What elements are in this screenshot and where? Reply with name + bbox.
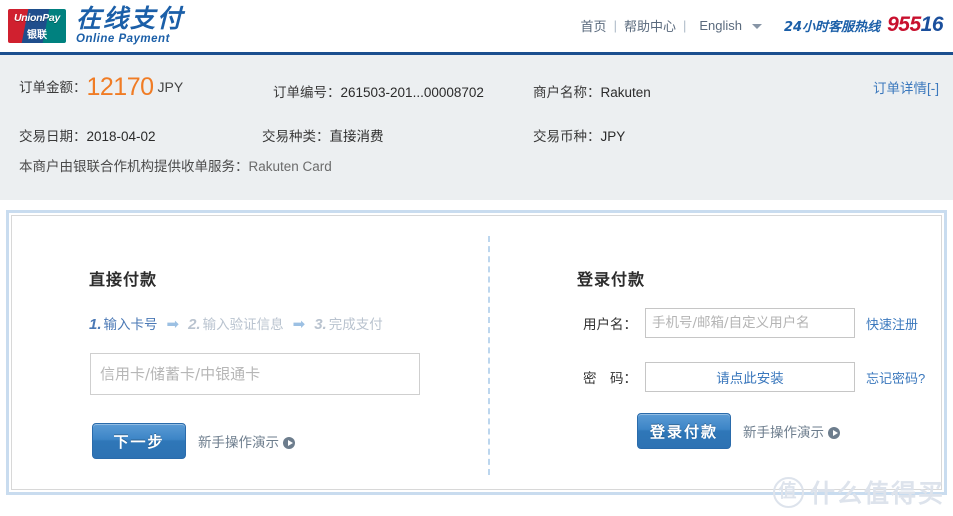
- chevron-down-icon[interactable]: [752, 23, 762, 29]
- step-arrow-icon-1: ➡: [166, 315, 180, 333]
- step-1: 1. 输入卡号: [89, 313, 158, 333]
- nav-help-center-link[interactable]: 帮助中心: [618, 16, 682, 35]
- play-icon: [828, 427, 840, 439]
- brand: UnionPay 银联 在线支付 Online Payment: [8, 6, 184, 46]
- logo-wordmark: UnionPay: [13, 11, 61, 24]
- step-3-label: 完成支付: [328, 317, 383, 332]
- nav-home-link[interactable]: 首页: [575, 16, 613, 35]
- login-demo-link[interactable]: 新手操作演示: [743, 421, 840, 441]
- transaction-type-value: 直接消费: [329, 129, 384, 144]
- unionpay-logo-icon: UnionPay 银联: [8, 8, 66, 43]
- username-label: 用户名：: [583, 317, 637, 332]
- merchant-name-label: 商户名称：: [533, 85, 601, 100]
- payment-panel: 直接付款 1.输入卡号 ➡ 2.输入验证信息 ➡ 3.完成支付 下一步 新手操作…: [6, 210, 947, 495]
- order-amount-label: 订单金额：: [19, 80, 87, 95]
- merchant-name-value: Rakuten: [600, 85, 651, 100]
- direct-payment-steps: 1. 输入卡号 ➡ 2. 输入验证信息 ➡ 3. 完成支付: [89, 313, 383, 333]
- step-arrow-icon-2: ➡: [292, 315, 306, 333]
- transaction-date-value: 2018-04-02: [86, 129, 156, 144]
- play-icon: [283, 437, 295, 449]
- order-amount-field: 订单金额：12170 JPY: [19, 73, 183, 102]
- transaction-type-label: 交易种类：: [262, 129, 330, 144]
- order-amount-value: 12170: [86, 73, 155, 101]
- top-navigation: 首页 | 帮助中心 | English 24小时客服热线 95516: [575, 13, 944, 37]
- direct-payment-title: 直接付款: [89, 272, 158, 289]
- page-header: UnionPay 银联 在线支付 Online Payment 首页 | 帮助中…: [0, 0, 953, 52]
- transaction-currency-label: 交易币种：: [533, 129, 601, 144]
- password-row: 密 码： 请点此安装 忘记密码?: [575, 362, 925, 392]
- acquirer-note: 本商户由银联合作机构提供收单服务：Rakuten Card: [19, 155, 332, 175]
- transaction-currency-value: JPY: [600, 129, 626, 144]
- order-summary-band: 订单金额：12170 JPY 订单编号：261503-201...00008702…: [0, 55, 953, 200]
- direct-demo-link-label: 新手操作演示: [198, 435, 279, 450]
- username-row: 用户名： 快速注册: [575, 308, 918, 338]
- password-install-control[interactable]: 请点此安装: [645, 362, 855, 392]
- step-1-number: 1.: [89, 316, 102, 333]
- logo-wordmark-cn: 银联: [27, 29, 47, 41]
- hotline-number: 95516: [887, 13, 943, 37]
- hotline-label: 24小时客服热线: [784, 19, 881, 35]
- order-number-field: 订单编号：261503-201...00008702: [273, 81, 484, 101]
- transaction-date-label: 交易日期：: [19, 129, 87, 144]
- order-row-2: 交易日期：2018-04-02 交易种类：直接消费 交易币种：JPY: [0, 125, 953, 155]
- login-pay-button[interactable]: 登录付款: [637, 413, 731, 449]
- brand-text: 在线支付 Online Payment: [76, 6, 184, 46]
- next-step-button[interactable]: 下一步: [92, 423, 186, 459]
- step-2-label: 输入验证信息: [202, 317, 284, 332]
- password-label: 密 码：: [583, 371, 637, 386]
- step-3-number: 3.: [314, 316, 327, 333]
- acquirer-note-merchant: Rakuten Card: [248, 159, 332, 174]
- step-2: 2. 输入验证信息: [188, 313, 284, 333]
- payment-panel-inner: 直接付款 1.输入卡号 ➡ 2.输入验证信息 ➡ 3.完成支付 下一步 新手操作…: [11, 215, 942, 490]
- step-3: 3. 完成支付: [314, 313, 383, 333]
- step-2-number: 2.: [188, 316, 201, 333]
- quick-register-link[interactable]: 快速注册: [866, 314, 918, 333]
- brand-title-en: Online Payment: [76, 33, 170, 45]
- forgot-password-link[interactable]: 忘记密码?: [866, 368, 925, 387]
- hotline-number-part-a: 955: [887, 13, 921, 36]
- order-amount-currency: JPY: [157, 79, 184, 95]
- order-number-label: 订单编号：: [273, 85, 341, 100]
- direct-demo-link[interactable]: 新手操作演示: [198, 431, 295, 451]
- order-row-1: 订单金额：12170 JPY 订单编号：261503-201...00008702…: [0, 73, 953, 107]
- transaction-date-field: 交易日期：2018-04-02: [19, 125, 156, 145]
- step-1-label: 输入卡号: [103, 317, 158, 332]
- merchant-name-field: 商户名称：Rakuten: [533, 81, 651, 101]
- brand-title-cn: 在线支付: [76, 4, 185, 33]
- login-payment-title: 登录付款: [577, 272, 646, 289]
- login-payment-section: 登录付款 用户名： 快速注册 密 码： 请点此安装 忘记密码? 登录付款 新手操…: [490, 216, 941, 489]
- transaction-type-field: 交易种类：直接消费: [262, 125, 384, 145]
- order-detail-toggle-link[interactable]: 订单详情[-]: [873, 77, 939, 97]
- username-input[interactable]: [645, 308, 855, 338]
- order-number-value: 261503-201...00008702: [340, 85, 484, 100]
- login-demo-link-label: 新手操作演示: [743, 425, 824, 440]
- hotline-number-part-b: 16: [920, 13, 944, 36]
- acquirer-note-prefix: 本商户由银联合作机构提供收单服务：: [19, 159, 249, 174]
- card-number-input[interactable]: [90, 353, 420, 395]
- transaction-currency-field: 交易币种：JPY: [533, 125, 625, 145]
- direct-payment-section: 直接付款 1.输入卡号 ➡ 2.输入验证信息 ➡ 3.完成支付 下一步 新手操作…: [12, 216, 488, 489]
- language-selector[interactable]: English: [687, 18, 746, 33]
